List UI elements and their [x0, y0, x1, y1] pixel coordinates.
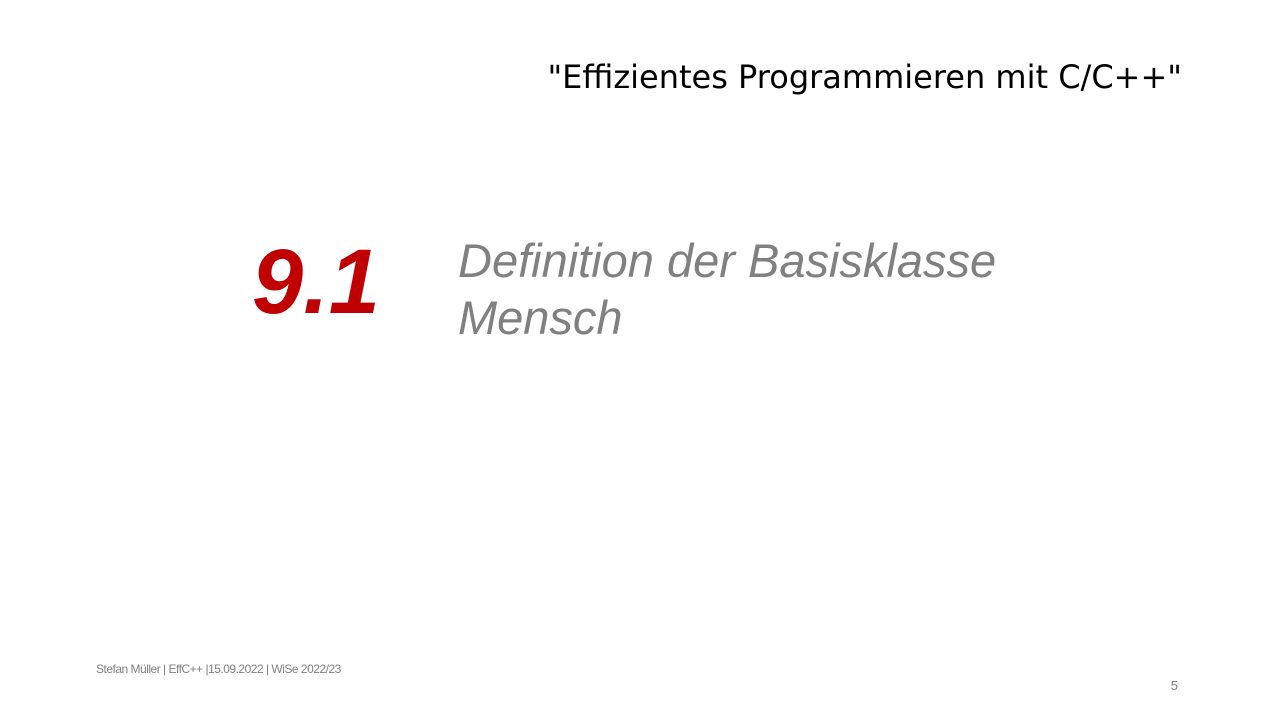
section-title: Definition der Basisklasse Mensch [458, 232, 996, 346]
footer-text: Stefan Müller | EffC++ |15.09.2022 | WiS… [96, 662, 341, 676]
section-number: 9.1 [252, 231, 380, 333]
section-title-line2: Mensch [458, 291, 623, 344]
section-title-line1: Definition der Basisklasse [458, 234, 997, 287]
course-title: "Effizientes Programmieren mit C/C++" [547, 58, 1182, 96]
slide: "Effizientes Programmieren mit C/C++" 9.… [0, 0, 1280, 720]
page-number: 5 [1170, 678, 1178, 693]
